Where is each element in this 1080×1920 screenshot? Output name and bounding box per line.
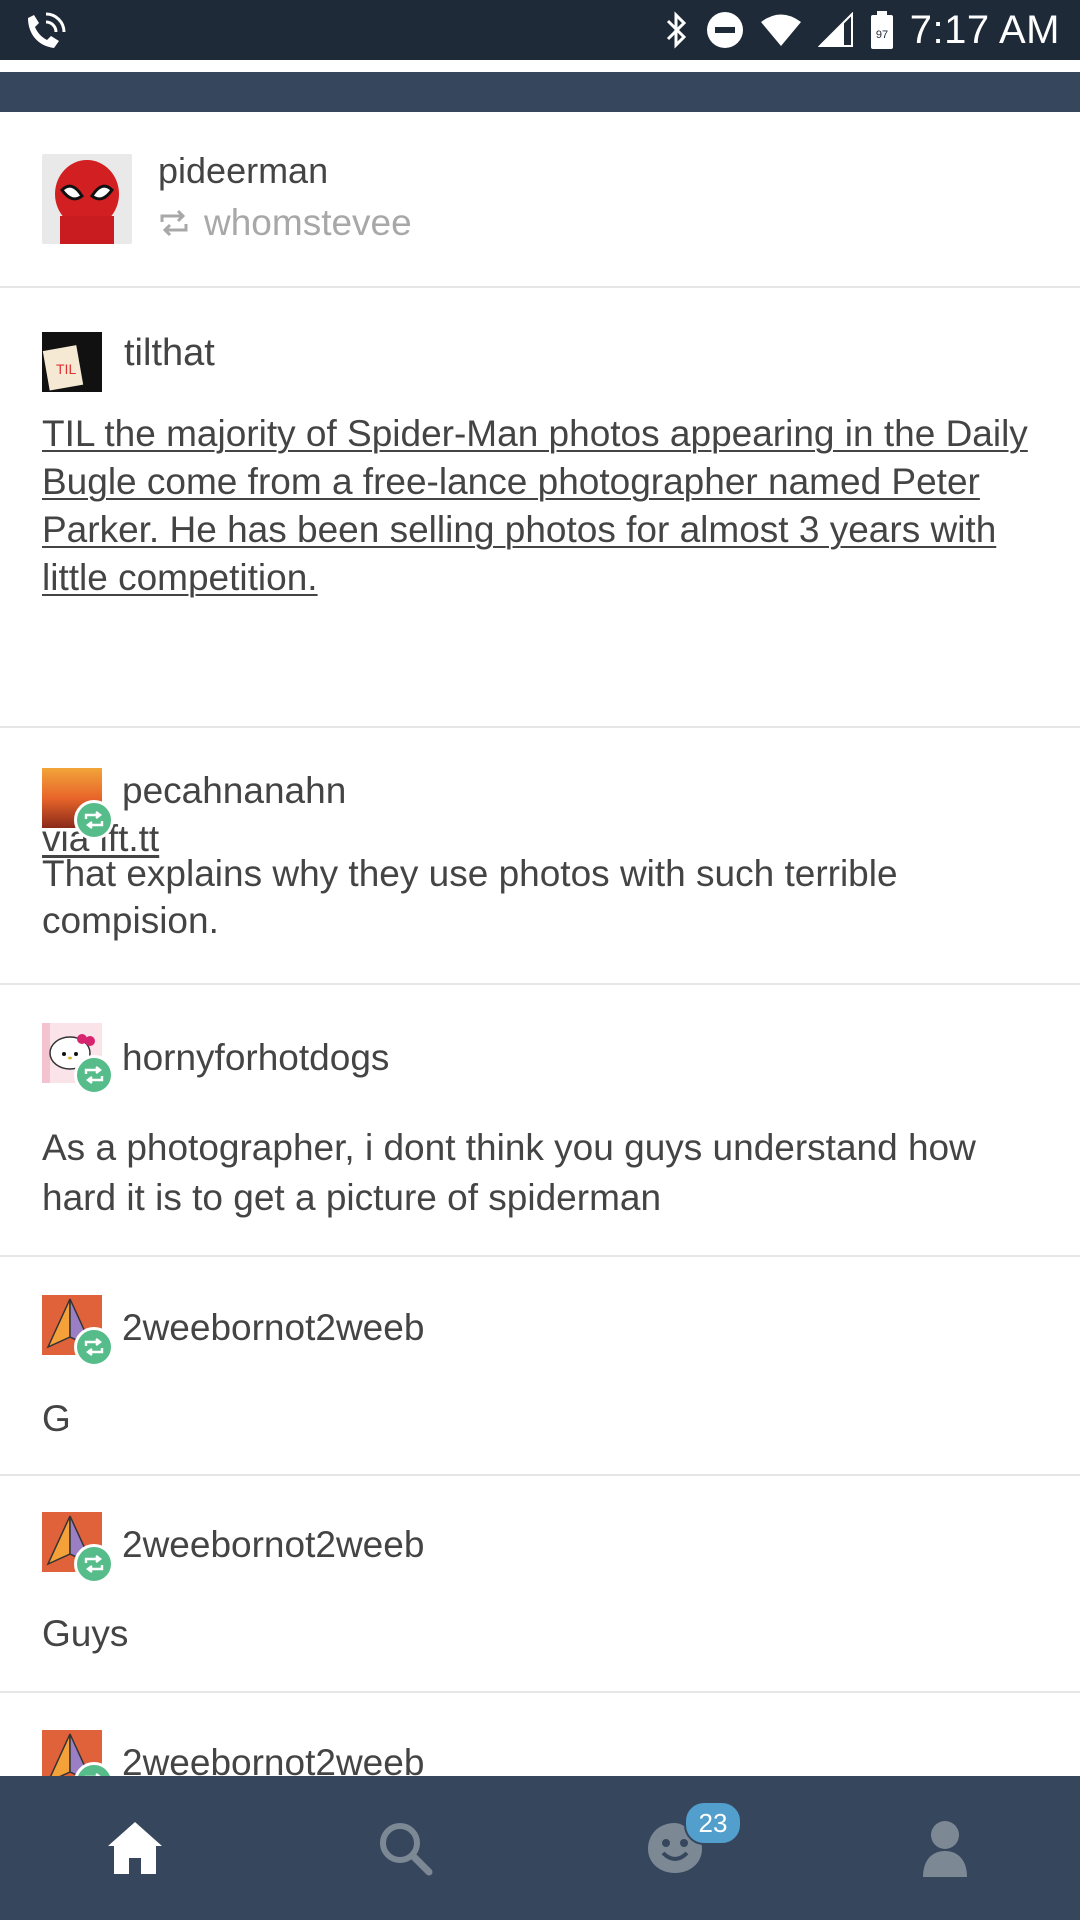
trail-username[interactable]: 2weebornot2weeb xyxy=(122,1307,424,1349)
reblog-icon xyxy=(160,209,188,237)
nav-account-button[interactable] xyxy=(810,1776,1080,1920)
trail-body: G xyxy=(42,1398,71,1439)
signal-icon xyxy=(817,12,853,47)
trail-username[interactable]: 2weebornot2weeb xyxy=(122,1524,424,1566)
reblog-badge-icon xyxy=(74,1544,114,1584)
reblog-trail-item: 2weebornot2weeb G xyxy=(0,1257,1080,1476)
reblog-trail-item: 2weebornot2weeb Guys xyxy=(0,1476,1080,1693)
nav-search-button[interactable] xyxy=(270,1776,540,1920)
poster-avatar[interactable] xyxy=(42,154,132,244)
bottom-nav: 23 xyxy=(0,1776,1080,1920)
wifi-calling-icon xyxy=(28,12,66,48)
reblogged-from-username: whomstevee xyxy=(204,202,412,243)
post-feed[interactable]: pideerman whomstevee TIL tilthat TIL the… xyxy=(0,112,1080,1776)
reblog-badge-icon xyxy=(74,1055,114,1095)
trail-username[interactable]: 2weebornot2weeb xyxy=(122,1742,424,1776)
trail-username[interactable]: hornyforhotdogs xyxy=(122,1037,389,1079)
trail-username[interactable]: pecahnanahn xyxy=(122,770,346,812)
blog-header-bar xyxy=(0,72,1080,112)
svg-text:TIL: TIL xyxy=(56,361,76,377)
reblog-badge-icon xyxy=(74,800,114,840)
post-header: pideerman whomstevee xyxy=(0,112,1080,288)
reblog-trail-item: pecahnanahn That explains why they use p… xyxy=(0,728,1080,985)
trail-body: Guys xyxy=(42,1613,129,1654)
nav-activity-button[interactable] xyxy=(540,1776,810,1920)
account-icon xyxy=(923,1821,967,1877)
activity-count-badge: 23 xyxy=(684,1801,742,1845)
bluetooth-icon xyxy=(666,11,686,49)
trail-body: TIL the majority of Spider-Man photos ap… xyxy=(42,410,1042,602)
battery-level: 97 xyxy=(876,29,888,41)
reblog-trail-item: hornyforhotdogs As a photographer, i don… xyxy=(0,985,1080,1257)
trail-body: That explains why they use photos with s… xyxy=(42,853,898,941)
clock: 7:17 AM xyxy=(909,7,1060,52)
home-icon xyxy=(108,1822,162,1874)
status-bar: 97 7:17 AM xyxy=(0,0,1080,60)
trail-username[interactable]: tilthat xyxy=(124,332,215,375)
reblog-badge-icon xyxy=(74,1327,114,1367)
trail-body: As a photographer, i dont think you guys… xyxy=(42,1127,976,1218)
reblog-source[interactable]: whomstevee xyxy=(158,202,412,244)
do-not-disturb-icon xyxy=(706,12,743,48)
search-icon xyxy=(380,1823,433,1876)
status-divider xyxy=(0,60,1080,72)
battery-icon: 97 xyxy=(870,11,893,49)
til-link[interactable]: TIL the majority of Spider-Man photos ap… xyxy=(42,413,1028,598)
reblog-trail-item: TIL tilthat TIL the majority of Spider-M… xyxy=(0,288,1080,859)
trail-avatar[interactable]: TIL xyxy=(42,332,102,392)
wifi-icon xyxy=(760,14,801,46)
nav-home-button[interactable] xyxy=(0,1776,270,1920)
reblog-trail-item: 2weebornot2weeb xyxy=(0,1693,1080,1776)
poster-username[interactable]: pideerman xyxy=(158,150,328,192)
